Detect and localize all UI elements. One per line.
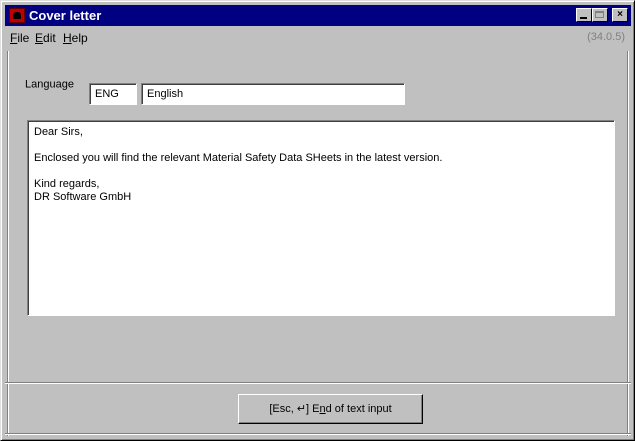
window-title: Cover letter [29,8,102,23]
menu-file[interactable]: File [10,31,29,45]
footer-separator [5,382,631,384]
letter-line [34,139,614,152]
bottom-divider [5,433,631,435]
letter-line: Enclosed you will find the relevant Mate… [34,152,443,164]
close-button[interactable]: × [612,8,628,22]
menu-edit[interactable]: Edit [35,31,56,45]
maximize-button[interactable] [592,8,608,22]
letter-line: Dear Sirs, [34,126,83,138]
right-divider [627,51,629,436]
language-name-field[interactable]: English [141,83,405,105]
menu-bar: File Edit Help (34.0.5) [5,27,631,49]
minimize-button[interactable] [576,8,592,22]
letter-line: Kind regards, [34,178,100,190]
maximize-icon [595,11,604,18]
minimize-icon [580,17,587,19]
close-icon: × [617,9,623,20]
end-text-input-button[interactable]: [Esc, ↵] End of text input [238,394,423,424]
letter-line [34,165,614,178]
app-window: Cover letter × File Edit Help (34.0.5) L… [0,0,635,441]
menu-help[interactable]: Help [63,31,88,45]
version-label: (34.0.5) [587,31,625,43]
title-bar[interactable]: Cover letter × [5,5,631,26]
language-code-field[interactable]: ENG [89,83,137,105]
app-icon[interactable] [9,8,25,23]
language-label: Language [25,78,74,91]
letter-text-area[interactable]: Dear Sirs, Enclosed you will find the re… [27,120,615,316]
letter-line: DR Software GmbH [34,191,132,203]
left-divider [7,51,9,436]
